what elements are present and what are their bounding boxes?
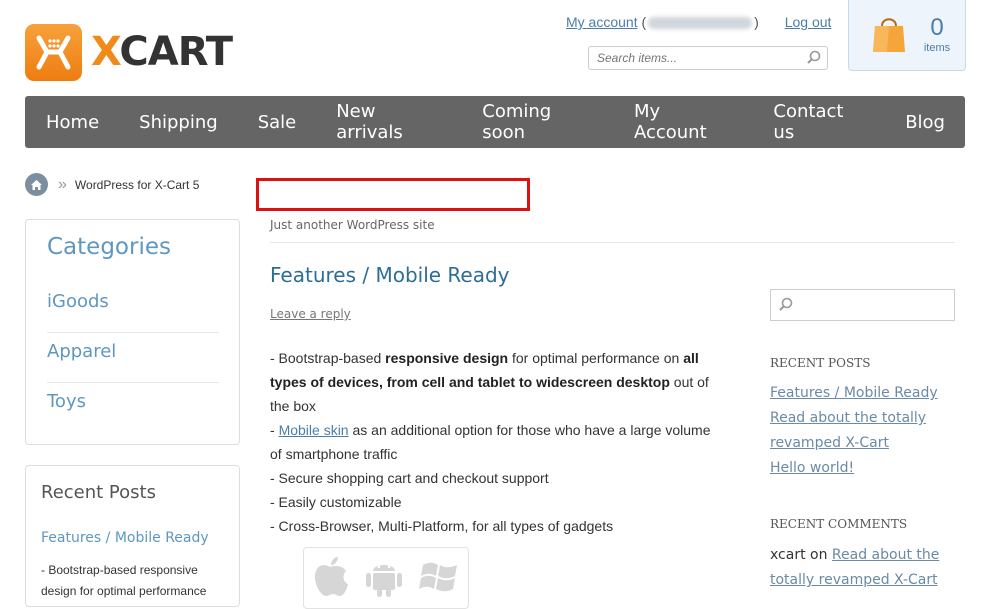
cart-count: 0	[930, 14, 944, 41]
leave-reply-link[interactable]: Leave a reply	[270, 307, 351, 321]
top-search-box	[588, 46, 828, 70]
search-icon[interactable]	[806, 50, 822, 71]
feature-cross-browser: - Cross-Browser, Multi-Platform, for all…	[270, 518, 614, 534]
nav-home[interactable]: Home	[46, 112, 99, 133]
logout-link[interactable]: Log out	[785, 14, 832, 30]
nav-shipping[interactable]: Shipping	[139, 112, 218, 133]
recent-posts-heading: RECENT POSTS	[770, 356, 871, 370]
feature-mobile-skin: - Mobile skin as an additional option fo…	[270, 422, 711, 462]
feature-secure-cart: - Secure shopping cart and checkout supp…	[270, 470, 549, 486]
post-content: - Bootstrap-based responsive design for …	[270, 346, 725, 538]
recent-post-hello[interactable]: Hello world!	[770, 456, 955, 481]
shopping-bag-icon	[872, 14, 906, 59]
recent-posts-title: Recent Posts	[41, 482, 156, 503]
recent-comment: xcart on Read about the totally revamped…	[770, 547, 940, 588]
android-icon	[364, 555, 404, 602]
nav-contact-us[interactable]: Contact us	[773, 101, 865, 143]
my-account-link[interactable]: My account	[566, 14, 638, 30]
logo-wordmark: XCART	[91, 29, 233, 75]
top-search-input[interactable]	[595, 50, 799, 66]
blurred-email	[648, 17, 753, 30]
site-logo[interactable]: XCART	[25, 24, 233, 81]
categories-list: iGoods Apparel Toys	[47, 284, 219, 433]
home-icon[interactable]	[25, 173, 48, 196]
category-apparel[interactable]: Apparel	[47, 334, 219, 383]
category-igoods[interactable]: iGoods	[47, 284, 219, 333]
breadcrumb-current: WordPress for X-Cart 5	[74, 177, 200, 192]
breadcrumb-separator: »	[58, 175, 67, 193]
recent-comments-heading: RECENT COMMENTS	[770, 517, 908, 531]
recent-posts-list: Features / Mobile Ready Read about the t…	[770, 381, 955, 481]
recent-post-features[interactable]: Features / Mobile Ready	[770, 381, 955, 406]
blog-tagline: Just another WordPress site	[270, 218, 435, 232]
cart-items-label: items	[923, 42, 951, 54]
recent-posts-box: Recent Posts Features / Mobile Ready - B…	[25, 465, 240, 607]
nav-new-arrivals[interactable]: New arrivals	[336, 101, 442, 143]
nav-coming-soon[interactable]: Coming soon	[482, 101, 594, 143]
account-links: My account () Log out	[566, 14, 832, 30]
recent-post-revamped[interactable]: Read about the totally revamped X-Cart	[770, 406, 955, 456]
nav-my-account[interactable]: My Account	[634, 101, 733, 143]
categories-title: Categories	[47, 234, 171, 260]
feature-customizable: - Easily customizable	[270, 494, 402, 510]
recent-post-link[interactable]: Features / Mobile Ready	[41, 530, 209, 546]
sidebar-search-input[interactable]	[770, 289, 955, 321]
comment-author: xcart	[770, 547, 806, 563]
category-toys[interactable]: Toys	[47, 384, 219, 432]
feature-responsive: - Bootstrap-based responsive design for …	[270, 350, 709, 414]
recent-post-excerpt: - Bootstrap-based responsive design for …	[41, 563, 207, 598]
windows-icon	[418, 555, 461, 602]
apple-icon	[311, 555, 349, 602]
search-icon	[778, 297, 794, 318]
divider	[270, 242, 955, 243]
blog-title-highlight	[256, 178, 530, 211]
cart-logo-icon	[25, 24, 82, 81]
platform-icons	[303, 547, 469, 609]
main-nav: Home Shipping Sale New arrivals Coming s…	[25, 96, 965, 148]
nav-sale[interactable]: Sale	[258, 112, 297, 133]
breadcrumb: » WordPress for X-Cart 5	[25, 173, 199, 196]
mini-cart[interactable]: 0 items	[848, 0, 966, 71]
mobile-skin-link[interactable]: Mobile skin	[279, 422, 349, 438]
categories-box: Categories iGoods Apparel Toys	[25, 219, 240, 445]
post-title[interactable]: Features / Mobile Ready	[270, 263, 510, 287]
nav-blog[interactable]: Blog	[905, 112, 945, 133]
